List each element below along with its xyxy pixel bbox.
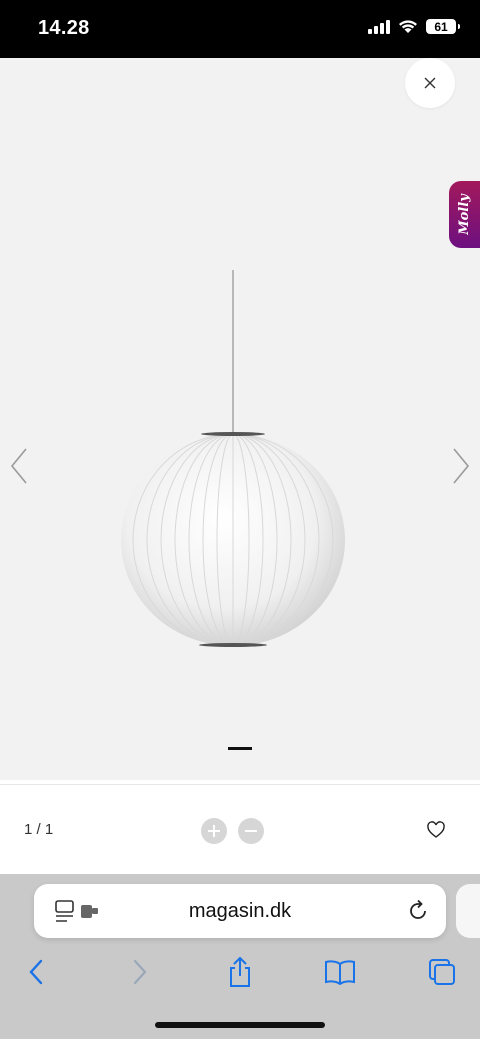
status-time: 14.28: [38, 17, 90, 39]
molly-label: Molly: [457, 194, 472, 235]
book-icon: [325, 960, 355, 985]
tabs-icon: [429, 959, 455, 985]
battery-level: 61: [434, 19, 448, 34]
chevron-left-icon: [10, 448, 27, 484]
battery-indicator: 61: [426, 19, 460, 34]
zoom-in-button[interactable]: [201, 818, 227, 844]
gallery-toolbar: 1 / 1: [0, 784, 480, 875]
wifi-icon: [399, 20, 417, 33]
browser-bottom-bar: magasin.dk: [0, 874, 480, 1039]
status-bar: 14.28 61: [0, 0, 480, 58]
next-tab-preview[interactable]: [456, 884, 480, 938]
page-counter: 1 / 1: [24, 821, 54, 838]
status-icons: 61: [368, 19, 460, 34]
back-button[interactable]: [20, 956, 52, 988]
share-button[interactable]: [224, 956, 256, 988]
forward-icon: [133, 959, 147, 985]
product-image-gallery[interactable]: Molly: [0, 58, 480, 780]
address-bar[interactable]: magasin.dk: [34, 884, 446, 938]
tabs-button[interactable]: [426, 956, 458, 988]
home-indicator: [155, 1022, 325, 1028]
bookmarks-button[interactable]: [324, 956, 356, 988]
back-icon: [29, 959, 43, 985]
share-icon: [230, 956, 250, 987]
previous-image-button[interactable]: [8, 446, 32, 486]
zoom-out-button[interactable]: [238, 818, 264, 844]
close-button[interactable]: [405, 58, 455, 108]
browser-nav-row: [0, 956, 480, 992]
url-text: magasin.dk: [188, 900, 292, 922]
next-image-button[interactable]: [448, 446, 472, 486]
molly-chat-widget[interactable]: Molly: [449, 181, 480, 248]
product-image-pendant-lamp: [121, 270, 345, 647]
image-position-indicator: [228, 747, 252, 750]
plus-icon: [208, 825, 220, 837]
favorite-button[interactable]: [426, 820, 446, 840]
minus-icon: [245, 830, 257, 832]
reload-icon[interactable]: [406, 899, 430, 923]
signal-icon: [368, 19, 390, 34]
chevron-right-icon: [453, 448, 470, 484]
close-icon: [424, 77, 436, 89]
forward-button[interactable]: [124, 956, 156, 988]
heart-icon: [427, 821, 445, 838]
